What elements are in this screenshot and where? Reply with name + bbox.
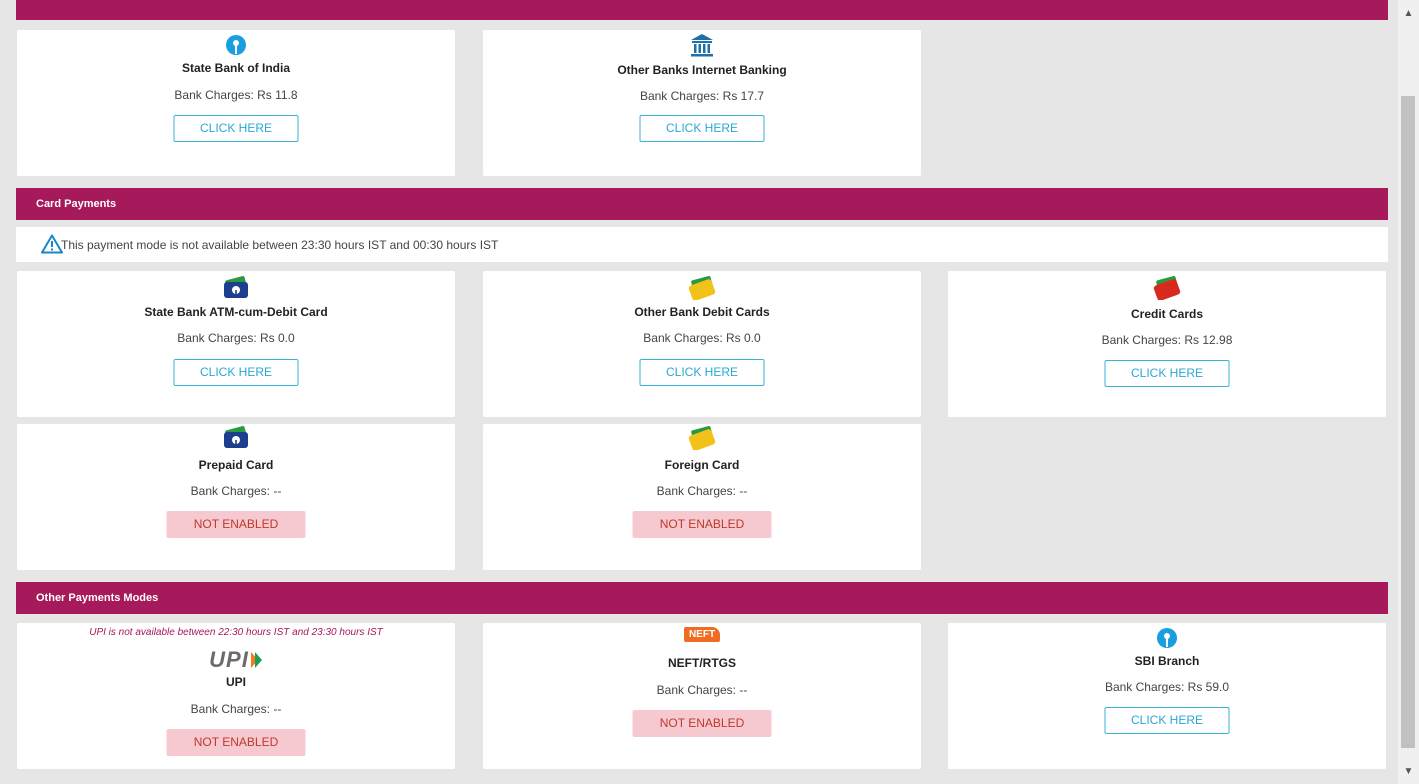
bank-charges: Bank Charges: Rs 11.8 (174, 88, 298, 102)
availability-notice: This payment mode is not available betwe… (16, 227, 1388, 262)
section-header-card-payments: Card Payments (16, 188, 1388, 220)
bank-charges: Bank Charges: -- (656, 484, 748, 498)
card-neft: NEFT NEFT/RTGS Bank Charges: -- NOT ENAB… (483, 623, 921, 769)
bank-charges: Bank Charges: Rs 0.0 (643, 331, 761, 345)
card-title: State Bank of India (181, 61, 291, 75)
card-sbi-netbanking: State Bank of India Bank Charges: Rs 11.… (17, 30, 455, 176)
red-card-icon (948, 276, 1386, 300)
card-prepaid: Prepaid Card Bank Charges: -- NOT ENABLE… (17, 424, 455, 570)
yellow-card-icon (483, 276, 921, 300)
neft-logo-text: NEFT (683, 627, 721, 642)
click-here-button[interactable]: CLICK HERE (173, 115, 299, 142)
card-other-banks-netbanking: Other Banks Internet Banking Bank Charge… (483, 30, 921, 176)
card-title: Foreign Card (664, 458, 740, 472)
not-enabled-button: NOT ENABLED (632, 511, 772, 538)
neft-logo-icon: NEFT (483, 627, 921, 642)
section-header-other-modes: Other Payments Modes (16, 582, 1388, 614)
card-upi: UPI is not available between 22:30 hours… (17, 623, 455, 769)
bank-charges: Bank Charges: Rs 0.0 (177, 331, 295, 345)
click-here-button[interactable]: CLICK HERE (1104, 707, 1230, 734)
card-title: Other Banks Internet Banking (617, 63, 787, 77)
card-title: UPI (225, 675, 246, 689)
card-credit: Credit Cards Bank Charges: Rs 12.98 CLIC… (948, 271, 1386, 417)
warning-icon (41, 234, 63, 257)
card-title: Other Bank Debit Cards (634, 305, 770, 319)
card-title: State Bank ATM-cum-Debit Card (144, 305, 328, 319)
vertical-scrollbar[interactable]: ▲ ▼ (1398, 0, 1419, 784)
bank-charges: Bank Charges: -- (190, 484, 282, 498)
click-here-button[interactable]: CLICK HERE (173, 359, 299, 386)
payment-page: State Bank of India Bank Charges: Rs 11.… (0, 0, 1398, 784)
bank-charges: Bank Charges: -- (656, 683, 748, 697)
upi-logo-text: UPI (209, 647, 249, 672)
bank-charges: Bank Charges: Rs 12.98 (1101, 333, 1233, 347)
click-here-button[interactable]: CLICK HERE (639, 115, 765, 142)
sbi-card-icon (17, 276, 455, 300)
card-title: NEFT/RTGS (668, 656, 736, 670)
section-title: Other Payments Modes (36, 592, 159, 604)
section-title: Card Payments (36, 198, 117, 210)
card-sbi-branch: SBI Branch Bank Charges: Rs 59.0 CLICK H… (948, 623, 1386, 769)
not-enabled-button: NOT ENABLED (166, 729, 306, 756)
yellow-card-icon (483, 426, 921, 450)
not-enabled-button: NOT ENABLED (632, 710, 772, 737)
click-here-button[interactable]: CLICK HERE (639, 359, 765, 386)
sbi-card-icon (17, 426, 455, 450)
sbi-logo-icon (948, 627, 1386, 649)
scrollbar-thumb[interactable] (1401, 96, 1415, 748)
scroll-up-arrow-icon[interactable]: ▲ (1398, 8, 1419, 19)
card-title: SBI Branch (1134, 654, 1200, 668)
section-header-net-banking (16, 0, 1388, 20)
not-enabled-button: NOT ENABLED (166, 511, 306, 538)
upi-availability-note: UPI is not available between 22:30 hours… (89, 627, 383, 638)
card-foreign: Foreign Card Bank Charges: -- NOT ENABLE… (483, 424, 921, 570)
card-other-debit: Other Bank Debit Cards Bank Charges: Rs … (483, 271, 921, 417)
bank-charges: Bank Charges: -- (190, 702, 282, 716)
bank-charges: Bank Charges: Rs 17.7 (639, 89, 765, 103)
card-title: Prepaid Card (198, 458, 274, 472)
click-here-button[interactable]: CLICK HERE (1104, 360, 1230, 387)
notice-text: This payment mode is not available betwe… (61, 238, 499, 252)
card-title: Credit Cards (1130, 307, 1204, 321)
upi-logo-icon: UPI (17, 647, 455, 673)
bank-charges: Bank Charges: Rs 59.0 (1104, 680, 1230, 694)
sbi-logo-icon (17, 34, 455, 56)
card-sbi-debit: State Bank ATM-cum-Debit Card Bank Charg… (17, 271, 455, 417)
scroll-down-arrow-icon[interactable]: ▼ (1398, 766, 1419, 777)
bank-building-icon (483, 32, 921, 58)
